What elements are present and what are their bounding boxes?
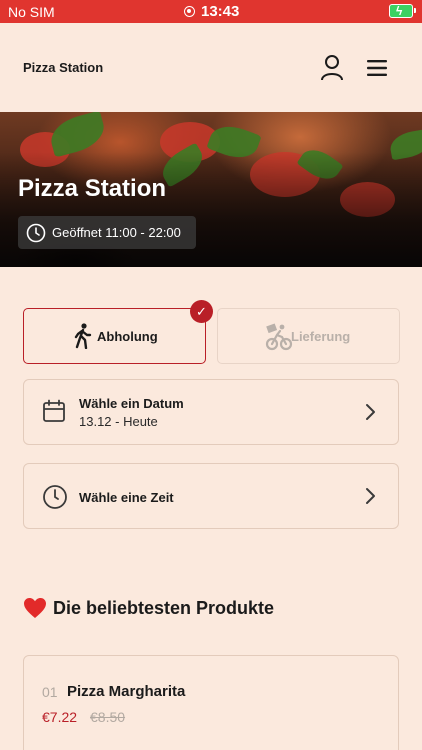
product-card[interactable]: 01 Pizza Margharita €7.22 €8.50: [23, 655, 399, 750]
product-old-price: €8.50: [90, 709, 126, 725]
time-selector[interactable]: Wähle eine Zeit: [23, 463, 399, 529]
brand-name: Pizza Station: [23, 60, 104, 75]
selected-check-icon: ✓: [190, 300, 213, 323]
clock-icon: [43, 485, 67, 509]
popular-heading-text: Die beliebtesten Produkte: [53, 598, 275, 618]
restaurant-title: Pizza Station: [18, 175, 167, 202]
chevron-right-icon: [366, 404, 375, 420]
delivery-option[interactable]: Lieferung: [217, 308, 400, 364]
heart-icon: [24, 598, 46, 618]
date-selector-value: 13.12 - Heute: [79, 414, 158, 429]
pickup-label: Abholung: [97, 329, 158, 344]
clock-icon: [26, 223, 46, 243]
user-account-button[interactable]: [318, 54, 346, 82]
walking-person-icon: [74, 323, 92, 349]
hero-banner: Pizza Station Geöffnet 11:00 - 22:00: [0, 112, 422, 267]
product-number: 01: [42, 684, 58, 700]
hamburger-menu-icon: [367, 60, 387, 76]
status-bar: No SIM 13:43 ϟ: [0, 0, 422, 23]
calendar-icon: [43, 399, 65, 422]
battery-icon: ϟ: [389, 4, 416, 18]
carrier-label: No SIM: [8, 4, 55, 20]
menu-button[interactable]: [364, 57, 390, 79]
user-icon: [321, 55, 343, 81]
product-price: €7.22: [42, 709, 78, 725]
chevron-right-icon: [366, 488, 375, 504]
opening-hours-text: Geöffnet 11:00 - 22:00: [52, 225, 181, 240]
status-time: 13:43: [201, 3, 240, 20]
date-selector-title: Wähle ein Datum: [79, 396, 184, 411]
delivery-bike-icon: [265, 323, 293, 351]
date-selector[interactable]: Wähle ein Datum 13.12 - Heute: [23, 379, 399, 445]
opening-hours-badge: Geöffnet 11:00 - 22:00: [18, 216, 196, 249]
pickup-option[interactable]: Abholung: [23, 308, 206, 364]
screen-recording-icon: [184, 6, 195, 17]
product-name: Pizza Margharita: [67, 683, 186, 700]
delivery-label: Lieferung: [291, 329, 351, 344]
time-selector-title: Wähle eine Zeit: [79, 490, 174, 505]
app-header: Pizza Station: [0, 23, 422, 112]
